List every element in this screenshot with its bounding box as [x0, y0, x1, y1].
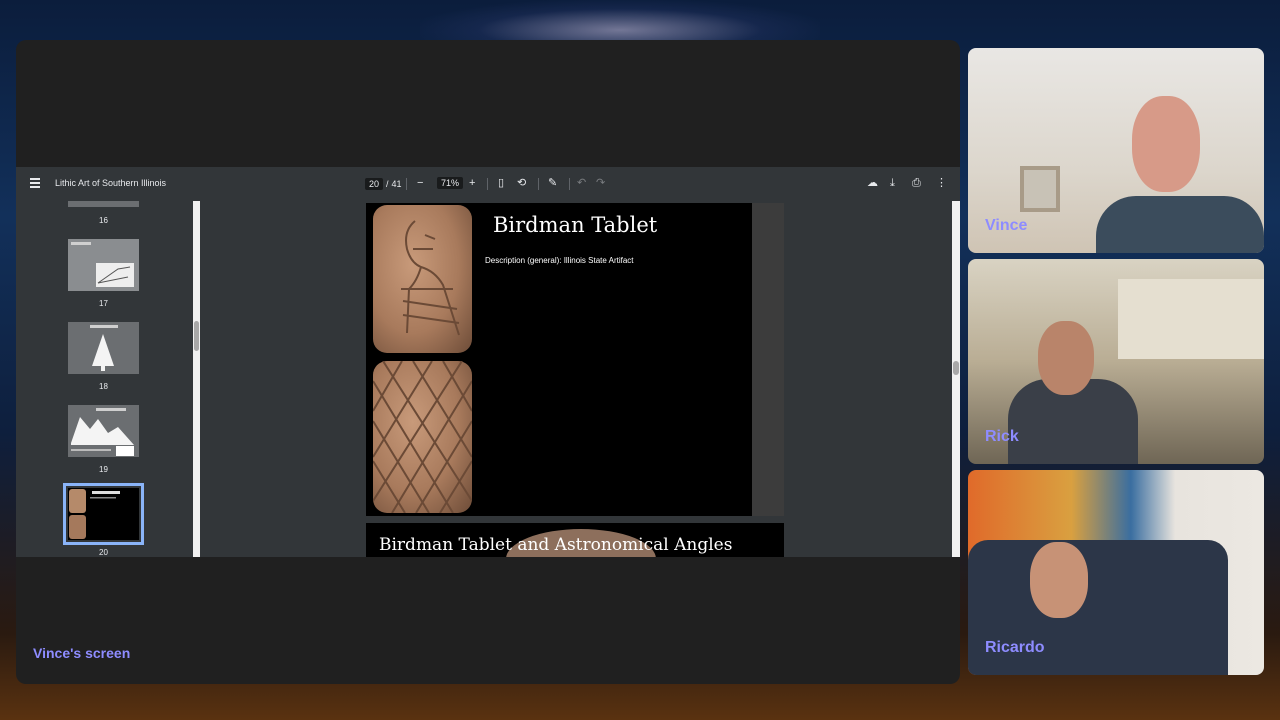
toolbar-divider: [406, 178, 407, 190]
menu-icon[interactable]: [30, 178, 40, 190]
thumbnail-page-18[interactable]: [68, 322, 139, 374]
zoom-in-icon[interactable]: +: [469, 176, 475, 190]
undo-icon[interactable]: ↶: [577, 176, 586, 190]
slide-description: Description (general): Illinois State Ar…: [485, 256, 634, 265]
birdman-tablet-image: [373, 205, 472, 353]
slide-title: Birdman Tablet and Astronomical Angles: [379, 535, 733, 555]
print-icon[interactable]: ⎙: [912, 176, 921, 190]
screen-share-stage: Lithic Art of Southern Illinois 20 / 41 …: [16, 40, 960, 684]
page-indicator: 20 / 41: [365, 178, 402, 190]
download-icon[interactable]: ⤓: [890, 176, 895, 190]
slide-page-20: Birdman Tablet Description (general): Il…: [366, 203, 752, 516]
save-to-drive-icon[interactable]: ☁: [867, 176, 878, 190]
document-title: Lithic Art of Southern Illinois: [55, 178, 167, 188]
annotate-icon[interactable]: ✎: [548, 176, 557, 190]
participant-tile[interactable]: Vince: [968, 48, 1264, 253]
pdf-viewer: Lithic Art of Southern Illinois 20 / 41 …: [16, 167, 960, 557]
participant-tile[interactable]: Rick: [968, 259, 1264, 464]
zoom-out-icon[interactable]: −: [417, 176, 423, 190]
slide-page-21: Birdman Tablet and Astronomical Angles: [366, 523, 784, 557]
sidebar-scrollbar[interactable]: [193, 201, 200, 557]
participant-video: [1038, 321, 1094, 395]
participant-video: [1030, 542, 1088, 618]
thumbnail-number: 17: [99, 299, 108, 308]
participant-tile[interactable]: Ricardo: [968, 470, 1264, 675]
thumbnail-page-19[interactable]: [68, 405, 139, 457]
more-options-icon[interactable]: ⋮: [936, 176, 947, 190]
participant-name: Ricardo: [985, 639, 1045, 656]
toolbar-divider: [569, 178, 570, 190]
thumbnail-page-17[interactable]: [68, 239, 139, 291]
tablet-back-image: [372, 360, 473, 514]
page-separator: /: [386, 179, 389, 189]
thumbnail-number: 16: [99, 216, 108, 225]
thumbnail-page-20[interactable]: [63, 483, 144, 545]
participant-name: Vince: [985, 217, 1028, 234]
redo-icon[interactable]: ↷: [596, 176, 605, 190]
zoom-input[interactable]: 71%: [437, 177, 464, 189]
wall-picture: [1020, 166, 1060, 212]
pdf-toolbar: Lithic Art of Southern Illinois 20 / 41 …: [16, 167, 960, 201]
toolbar-divider: [487, 178, 488, 190]
document-scrollbar[interactable]: [952, 201, 960, 557]
fit-page-icon[interactable]: ▯: [498, 176, 504, 190]
participant-name: Rick: [985, 428, 1019, 445]
participant-video: [1096, 196, 1264, 253]
page-total: 41: [391, 179, 402, 189]
slide-title: Birdman Tablet: [493, 213, 658, 237]
page-number-input[interactable]: 20: [365, 178, 384, 190]
rotate-icon[interactable]: ⟲: [517, 176, 526, 190]
thumbnail-page-16[interactable]: [68, 201, 139, 207]
thumbnail-number: 18: [99, 382, 108, 391]
thumbnail-sidebar: 16 17 18 19 20: [16, 201, 201, 557]
kitchen-cabinets: [1118, 279, 1264, 359]
toolbar-divider: [538, 178, 539, 190]
screen-share-label: Vince's screen: [33, 645, 131, 661]
thumbnail-number: 20: [99, 548, 108, 557]
thumbnail-number: 19: [99, 465, 108, 474]
participant-video: [1132, 96, 1200, 192]
page-margin: [752, 203, 784, 516]
